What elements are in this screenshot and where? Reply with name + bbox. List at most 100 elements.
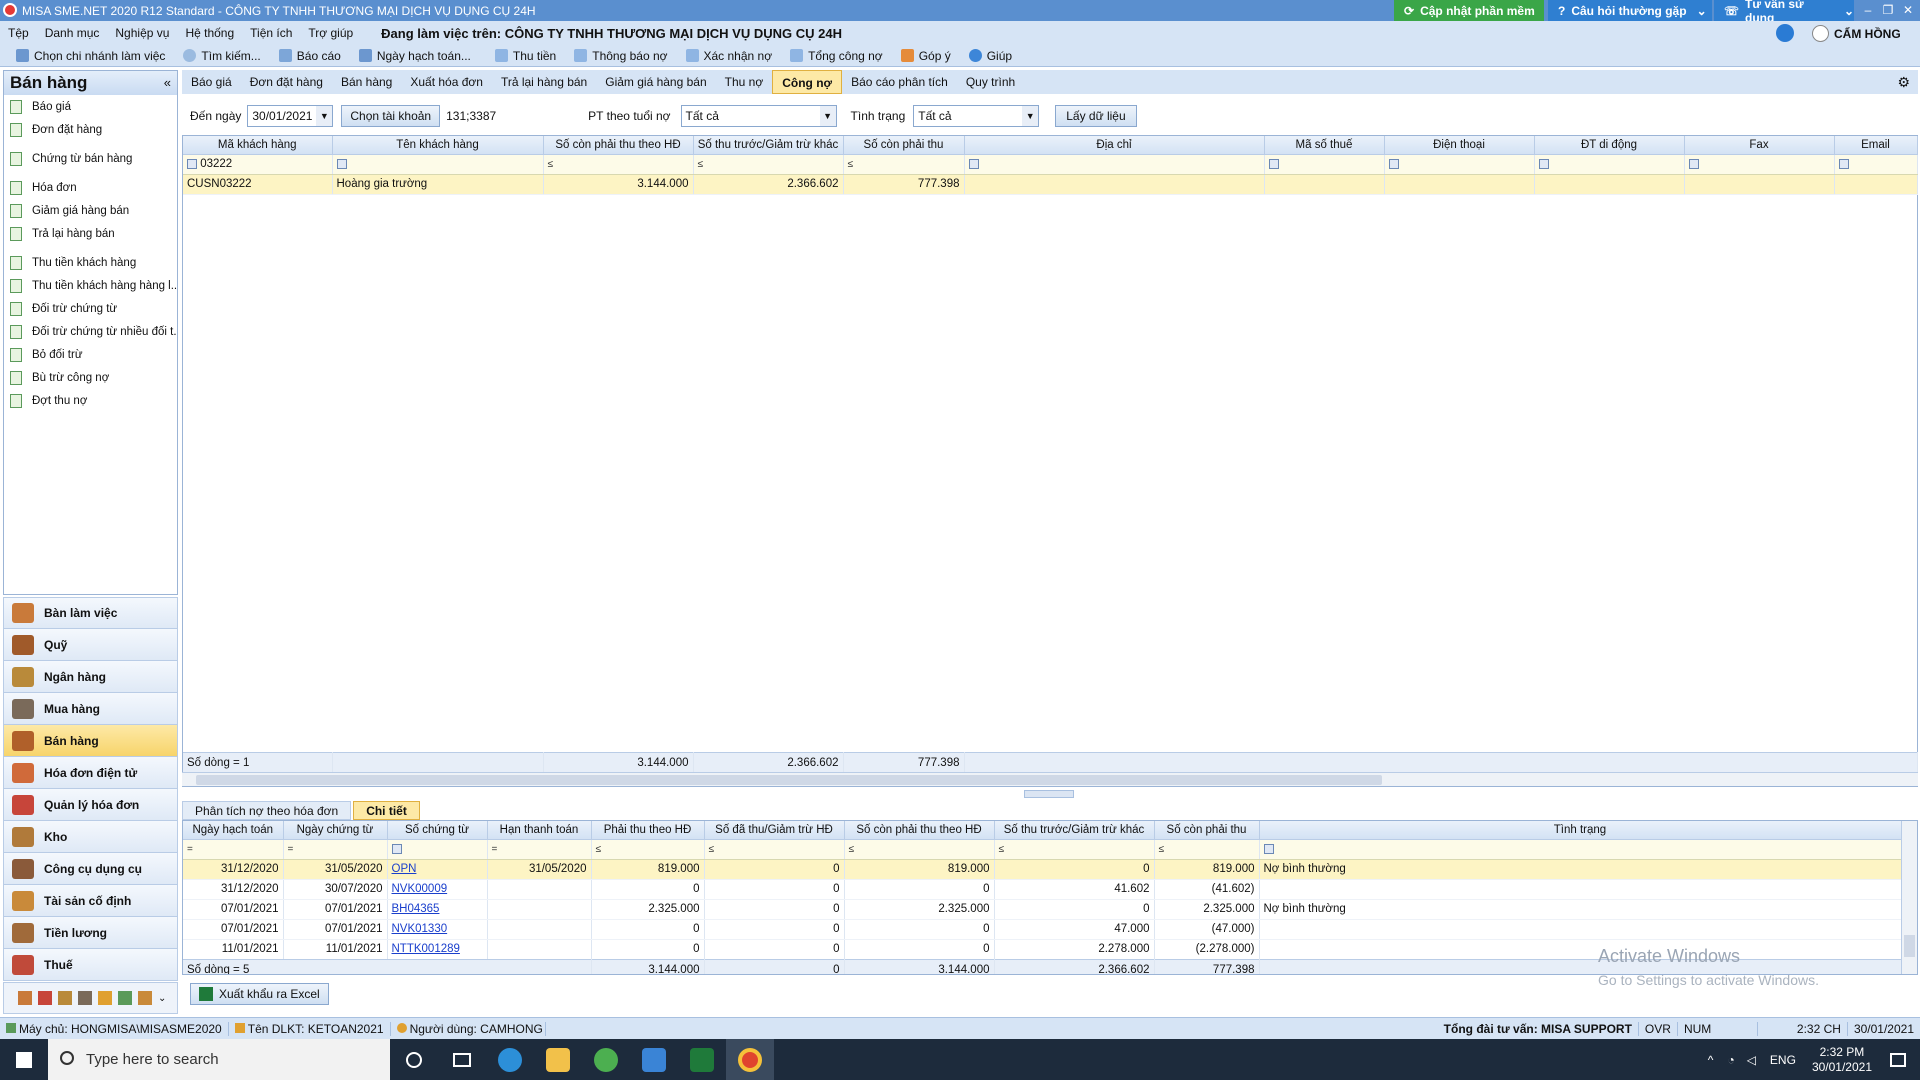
col-header-tax-code[interactable]: Mã số thuế bbox=[1264, 136, 1385, 155]
sidebar-item-sales-discount[interactable]: Giảm giá hàng bán bbox=[4, 199, 177, 222]
col-header-remaining-by-invoice[interactable]: Số còn phải thu theo HĐ bbox=[844, 821, 995, 840]
filter-status[interactable] bbox=[1259, 839, 1902, 860]
horizontal-scrollbar[interactable] bbox=[182, 772, 1918, 786]
col-header-mobile[interactable]: ĐT di động bbox=[1534, 136, 1685, 155]
filter-customer-code[interactable]: 03222 bbox=[183, 154, 333, 175]
col-header-voucher-no[interactable]: Số chứng từ bbox=[387, 821, 488, 840]
more-modules-icon[interactable]: ⌄ bbox=[158, 993, 166, 1004]
menu-utilities[interactable]: Tiện ích bbox=[242, 26, 300, 40]
debt-notice-button[interactable]: Thông báo nợ bbox=[565, 49, 676, 63]
edge-icon[interactable] bbox=[486, 1039, 534, 1080]
module-cash[interactable]: Quỹ bbox=[3, 629, 178, 661]
posting-date-button[interactable]: Ngày hạch toán... bbox=[350, 49, 480, 63]
filter-prepaid-other[interactable]: ≤ bbox=[693, 154, 844, 175]
filter-fax[interactable] bbox=[1684, 154, 1835, 175]
report-button[interactable]: Báo cáo bbox=[270, 49, 350, 63]
close-button[interactable]: ✕ bbox=[1898, 0, 1918, 21]
search-button[interactable]: Tìm kiếm... bbox=[174, 49, 269, 63]
cortana-icon[interactable] bbox=[390, 1039, 438, 1080]
col-header-address[interactable]: Địa chỉ bbox=[964, 136, 1265, 155]
filter-remaining-by-invoice[interactable]: ≤ bbox=[844, 839, 995, 860]
menu-file[interactable]: Tệp bbox=[0, 26, 37, 40]
sidebar-item-invoice[interactable]: Hóa đơn bbox=[4, 176, 177, 199]
shortcut-tools-icon[interactable] bbox=[118, 991, 132, 1005]
maximize-button[interactable]: ❐ bbox=[1878, 0, 1898, 21]
date-input[interactable]: 30/01/2021 ▼ bbox=[247, 105, 334, 127]
feedback-button[interactable]: Góp ý bbox=[892, 49, 960, 63]
select-account-button[interactable]: Chọn tài khoản bbox=[341, 105, 441, 127]
debt-confirm-button[interactable]: Xác nhận nợ bbox=[677, 49, 782, 63]
filter-posting-date[interactable]: = bbox=[183, 839, 284, 860]
sidebar-item-offset-multi[interactable]: Đối trừ chứng từ nhiều đối t... bbox=[4, 320, 177, 343]
receive-money-button[interactable]: Thu tiền bbox=[486, 49, 565, 63]
status-select[interactable]: Tất cả ▼ bbox=[913, 105, 1040, 127]
col-header-fax[interactable]: Fax bbox=[1684, 136, 1835, 155]
filter-tax-code[interactable] bbox=[1264, 154, 1385, 175]
windows-start-icon[interactable] bbox=[16, 1052, 32, 1068]
volume-icon[interactable]: ◁ bbox=[1747, 1053, 1756, 1067]
tab-sales-order[interactable]: Đơn đặt hàng bbox=[241, 70, 332, 94]
update-software-button[interactable]: ⟳ Cập nhật phần mềm bbox=[1394, 0, 1544, 21]
col-header-receivable-invoice[interactable]: Phải thu theo HĐ bbox=[591, 821, 705, 840]
filter-icon[interactable] bbox=[1268, 158, 1279, 169]
filter-collected[interactable]: ≤ bbox=[704, 839, 845, 860]
filter-icon[interactable] bbox=[1538, 158, 1549, 169]
panel-splitter[interactable] bbox=[1024, 790, 1074, 798]
col-header-remaining-by-invoice[interactable]: Số còn phải thu theo HĐ bbox=[543, 136, 694, 155]
module-fixed-assets[interactable]: Tài sản cố định bbox=[3, 885, 178, 917]
total-debt-button[interactable]: Tổng công nợ bbox=[781, 49, 892, 63]
user-name[interactable]: CẨM HỒNG bbox=[1834, 27, 1901, 41]
notification-icon[interactable] bbox=[1890, 1052, 1906, 1067]
sidebar-item-debt-clearing[interactable]: Bù trừ công nợ bbox=[4, 366, 177, 389]
sidebar-item-quote[interactable]: Báo giá bbox=[4, 95, 177, 118]
user-avatar[interactable] bbox=[1812, 25, 1829, 42]
col-header-posting-date[interactable]: Ngày hạch toán bbox=[183, 821, 284, 840]
menu-system[interactable]: Hệ thống bbox=[177, 26, 242, 40]
col-header-prepaid-other[interactable]: Số thu trước/Giảm trừ khác bbox=[994, 821, 1155, 840]
module-invoice-management[interactable]: Quản lý hóa đơn bbox=[3, 789, 178, 821]
shortcut-sales-icon[interactable] bbox=[98, 991, 112, 1005]
tab-sales-return[interactable]: Trả lại hàng bán bbox=[492, 70, 596, 94]
aging-select[interactable]: Tất cả ▼ bbox=[680, 105, 837, 127]
shortcut-assets-icon[interactable] bbox=[138, 991, 152, 1005]
menu-help[interactable]: Trợ giúp bbox=[300, 26, 361, 40]
collapse-sidebar-button[interactable]: « bbox=[164, 71, 171, 95]
col-header-remaining[interactable]: Số còn phải thu bbox=[1154, 821, 1260, 840]
module-tax[interactable]: Thuế bbox=[3, 949, 178, 981]
sidebar-item-sales-voucher[interactable]: Chứng từ bán hàng bbox=[4, 147, 177, 170]
filter-icon[interactable] bbox=[1263, 843, 1274, 854]
filter-icon[interactable] bbox=[1838, 158, 1849, 169]
module-desktop[interactable]: Bàn làm việc bbox=[3, 597, 178, 629]
export-excel-button[interactable]: Xuất khẩu ra Excel bbox=[190, 983, 329, 1005]
tab-sales[interactable]: Bán hàng bbox=[332, 70, 401, 94]
task-view-icon[interactable] bbox=[438, 1039, 486, 1080]
filter-icon[interactable] bbox=[1688, 158, 1699, 169]
sidebar-item-sales-return[interactable]: Trả lại hàng bán bbox=[4, 222, 177, 245]
filter-address[interactable] bbox=[964, 154, 1265, 175]
voucher-link[interactable]: NVK00009 bbox=[392, 883, 448, 895]
menu-operations[interactable]: Nghiệp vụ bbox=[107, 26, 177, 40]
col-header-prepaid-other[interactable]: Số thu trước/Giảm trừ khác bbox=[693, 136, 844, 155]
filter-customer-name[interactable] bbox=[332, 154, 544, 175]
module-inventory[interactable]: Kho bbox=[3, 821, 178, 853]
filter-voucher-no[interactable] bbox=[387, 839, 488, 860]
table-row[interactable]: CUSN03222 Hoàng gia trường 3.144.000 2.3… bbox=[183, 174, 1918, 195]
col-header-customer-name[interactable]: Tên khách hàng bbox=[332, 136, 544, 155]
file-explorer-icon[interactable] bbox=[534, 1039, 582, 1080]
scrollbar-thumb[interactable] bbox=[196, 775, 1382, 785]
table-row[interactable]: 07/01/2021 07/01/2021 NVK01330 0 0 0 47.000 (47… bbox=[183, 919, 1902, 940]
chevron-down-icon[interactable]: ▼ bbox=[819, 106, 836, 126]
sidebar-item-cancel-offset[interactable]: Bỏ đối trừ bbox=[4, 343, 177, 366]
filter-icon[interactable] bbox=[336, 158, 347, 169]
shortcut-cart-icon[interactable] bbox=[78, 991, 92, 1005]
filter-icon[interactable] bbox=[1388, 158, 1399, 169]
filter-mobile[interactable] bbox=[1534, 154, 1685, 175]
filter-receivable[interactable]: ≤ bbox=[591, 839, 705, 860]
voucher-link[interactable]: OPN bbox=[392, 863, 417, 875]
table-row[interactable]: 31/12/2020 30/07/2020 NVK00009 0 0 0 41.602 (41… bbox=[183, 879, 1902, 900]
filter-email[interactable] bbox=[1834, 154, 1918, 175]
filter-icon[interactable] bbox=[187, 158, 197, 169]
globe-icon[interactable] bbox=[1776, 24, 1794, 42]
col-header-voucher-date[interactable]: Ngày chứng từ bbox=[283, 821, 388, 840]
faq-button[interactable]: ? Câu hỏi thường gặp ⌄ bbox=[1548, 0, 1712, 21]
